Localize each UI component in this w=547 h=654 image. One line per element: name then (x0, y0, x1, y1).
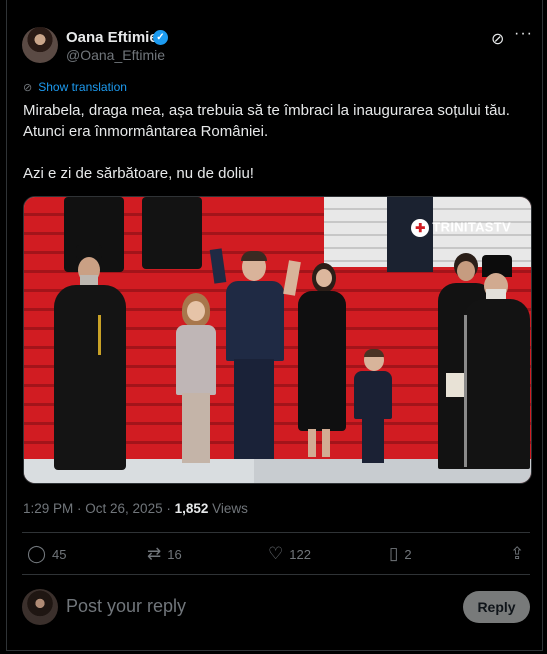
post-time[interactable]: 1:29 PM (23, 501, 73, 516)
views-count[interactable]: 1,852 (175, 501, 209, 516)
reply-icon: ◯ (27, 544, 47, 563)
more-options-icon[interactable]: ··· (514, 25, 533, 43)
grok-icon[interactable]: ⊘ (491, 29, 504, 49)
show-translation-label: Show translation (38, 80, 127, 94)
figure-woman (283, 260, 352, 469)
like-count: 122 (289, 546, 311, 562)
bookmark-count: 2 (404, 546, 412, 562)
post-meta: 1:29 PM · Oct 26, 2025 · 1,852 Views (23, 501, 248, 516)
repost-icon: ⇄ (147, 544, 162, 563)
reply-action[interactable]: ◯ 45 (27, 544, 67, 564)
tweet-photo[interactable]: ✚ TRINITASTV (23, 196, 532, 484)
watermark: ✚ TRINITASTV (411, 219, 511, 237)
bookmark-icon: ▯ (389, 544, 399, 563)
reply-button[interactable]: Reply (463, 591, 530, 623)
post-date[interactable]: Oct 26, 2025 (85, 501, 162, 516)
show-translation-link[interactable]: ⊘ Show translation (23, 80, 127, 94)
author-avatar[interactable] (22, 27, 58, 63)
figure-boy (352, 349, 394, 467)
reply-count: 45 (52, 546, 67, 562)
figure-man-waving (209, 248, 290, 469)
author-name[interactable]: Oana Eftimie (66, 29, 158, 46)
watermark-text: TRINITASTV (432, 219, 511, 235)
verified-badge-icon: ✓ (153, 30, 168, 45)
repost-action[interactable]: ⇄ 16 (147, 544, 182, 564)
tweet-line: Atunci era înmormântarea României. (23, 123, 269, 140)
divider (22, 574, 530, 575)
tweet-text: Mirabela, draga mea, așa trebuia să te î… (23, 100, 533, 184)
tweet-line: Azi e zi de sărbătoare, nu de doliu! (23, 165, 254, 182)
repost-count: 16 (167, 546, 182, 562)
share-action[interactable]: ⇪ (510, 544, 524, 564)
tweet-line: Mirabela, draga mea, așa trebuia să te î… (23, 102, 510, 119)
like-action[interactable]: ♡ 122 (268, 544, 311, 564)
figure-bg-priest-2 (142, 197, 202, 269)
user-avatar[interactable] (22, 589, 58, 625)
bookmark-action[interactable]: ▯ 2 (389, 544, 412, 564)
views-label: Views (208, 501, 248, 516)
figure-priest-left (54, 245, 126, 470)
meta-dot: · (162, 501, 175, 516)
author-handle[interactable]: @Oana_Eftimie (66, 47, 165, 63)
meta-separator: · (73, 501, 86, 516)
figure-bishop (464, 255, 530, 469)
divider (22, 532, 530, 533)
share-icon: ⇪ (510, 544, 525, 563)
watermark-icon: ✚ (411, 219, 430, 237)
heart-icon: ♡ (268, 544, 284, 563)
reply-input[interactable]: Post your reply (66, 596, 186, 617)
staff (464, 315, 467, 467)
globe-icon: ⊘ (23, 82, 33, 94)
